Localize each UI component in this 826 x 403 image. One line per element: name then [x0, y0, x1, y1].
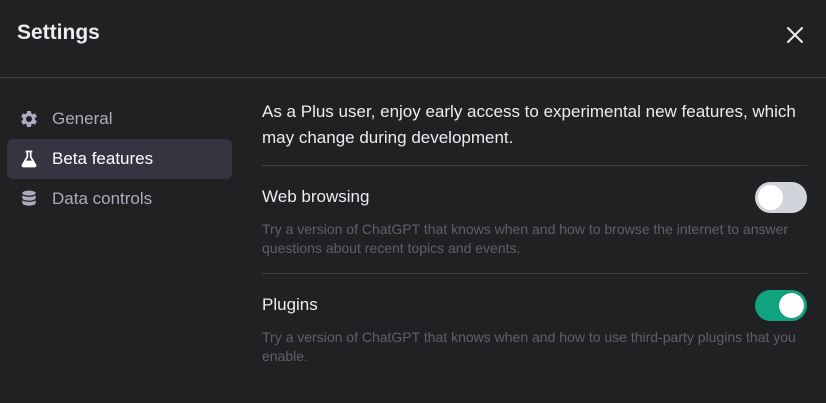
database-icon	[19, 189, 39, 209]
dialog-header: Settings	[0, 0, 826, 78]
dialog-title: Settings	[17, 21, 100, 44]
flask-icon	[19, 149, 39, 169]
intro-text: As a Plus user, enjoy early access to ex…	[262, 99, 807, 166]
sidebar-item-data-controls[interactable]: Data controls	[7, 179, 232, 219]
close-button[interactable]	[783, 23, 807, 47]
feature-web-browsing: Web browsing Try a version of ChatGPT th…	[262, 166, 807, 274]
feature-plugins: Plugins Try a version of ChatGPT that kn…	[262, 274, 807, 381]
feature-name: Plugins	[262, 295, 318, 314]
sidebar-item-label: General	[52, 109, 113, 128]
settings-sidebar: General Beta features Data controls	[7, 99, 232, 219]
toggle-knob	[779, 292, 804, 318]
web-browsing-toggle[interactable]	[755, 181, 807, 213]
plugins-toggle[interactable]	[755, 289, 807, 321]
sidebar-item-general[interactable]: General	[7, 99, 232, 139]
sidebar-item-label: Beta features	[52, 149, 154, 168]
beta-features-panel: As a Plus user, enjoy early access to ex…	[262, 99, 807, 381]
close-icon[interactable]	[783, 23, 807, 47]
sidebar-item-beta-features[interactable]: Beta features	[7, 139, 232, 179]
feature-description: Try a version of ChatGPT that knows when…	[262, 329, 796, 364]
feature-description: Try a version of ChatGPT that knows when…	[262, 221, 789, 256]
feature-name: Web browsing	[262, 187, 370, 206]
toggle-knob	[758, 184, 783, 210]
gear-icon	[19, 109, 39, 129]
sidebar-item-label: Data controls	[52, 189, 153, 208]
